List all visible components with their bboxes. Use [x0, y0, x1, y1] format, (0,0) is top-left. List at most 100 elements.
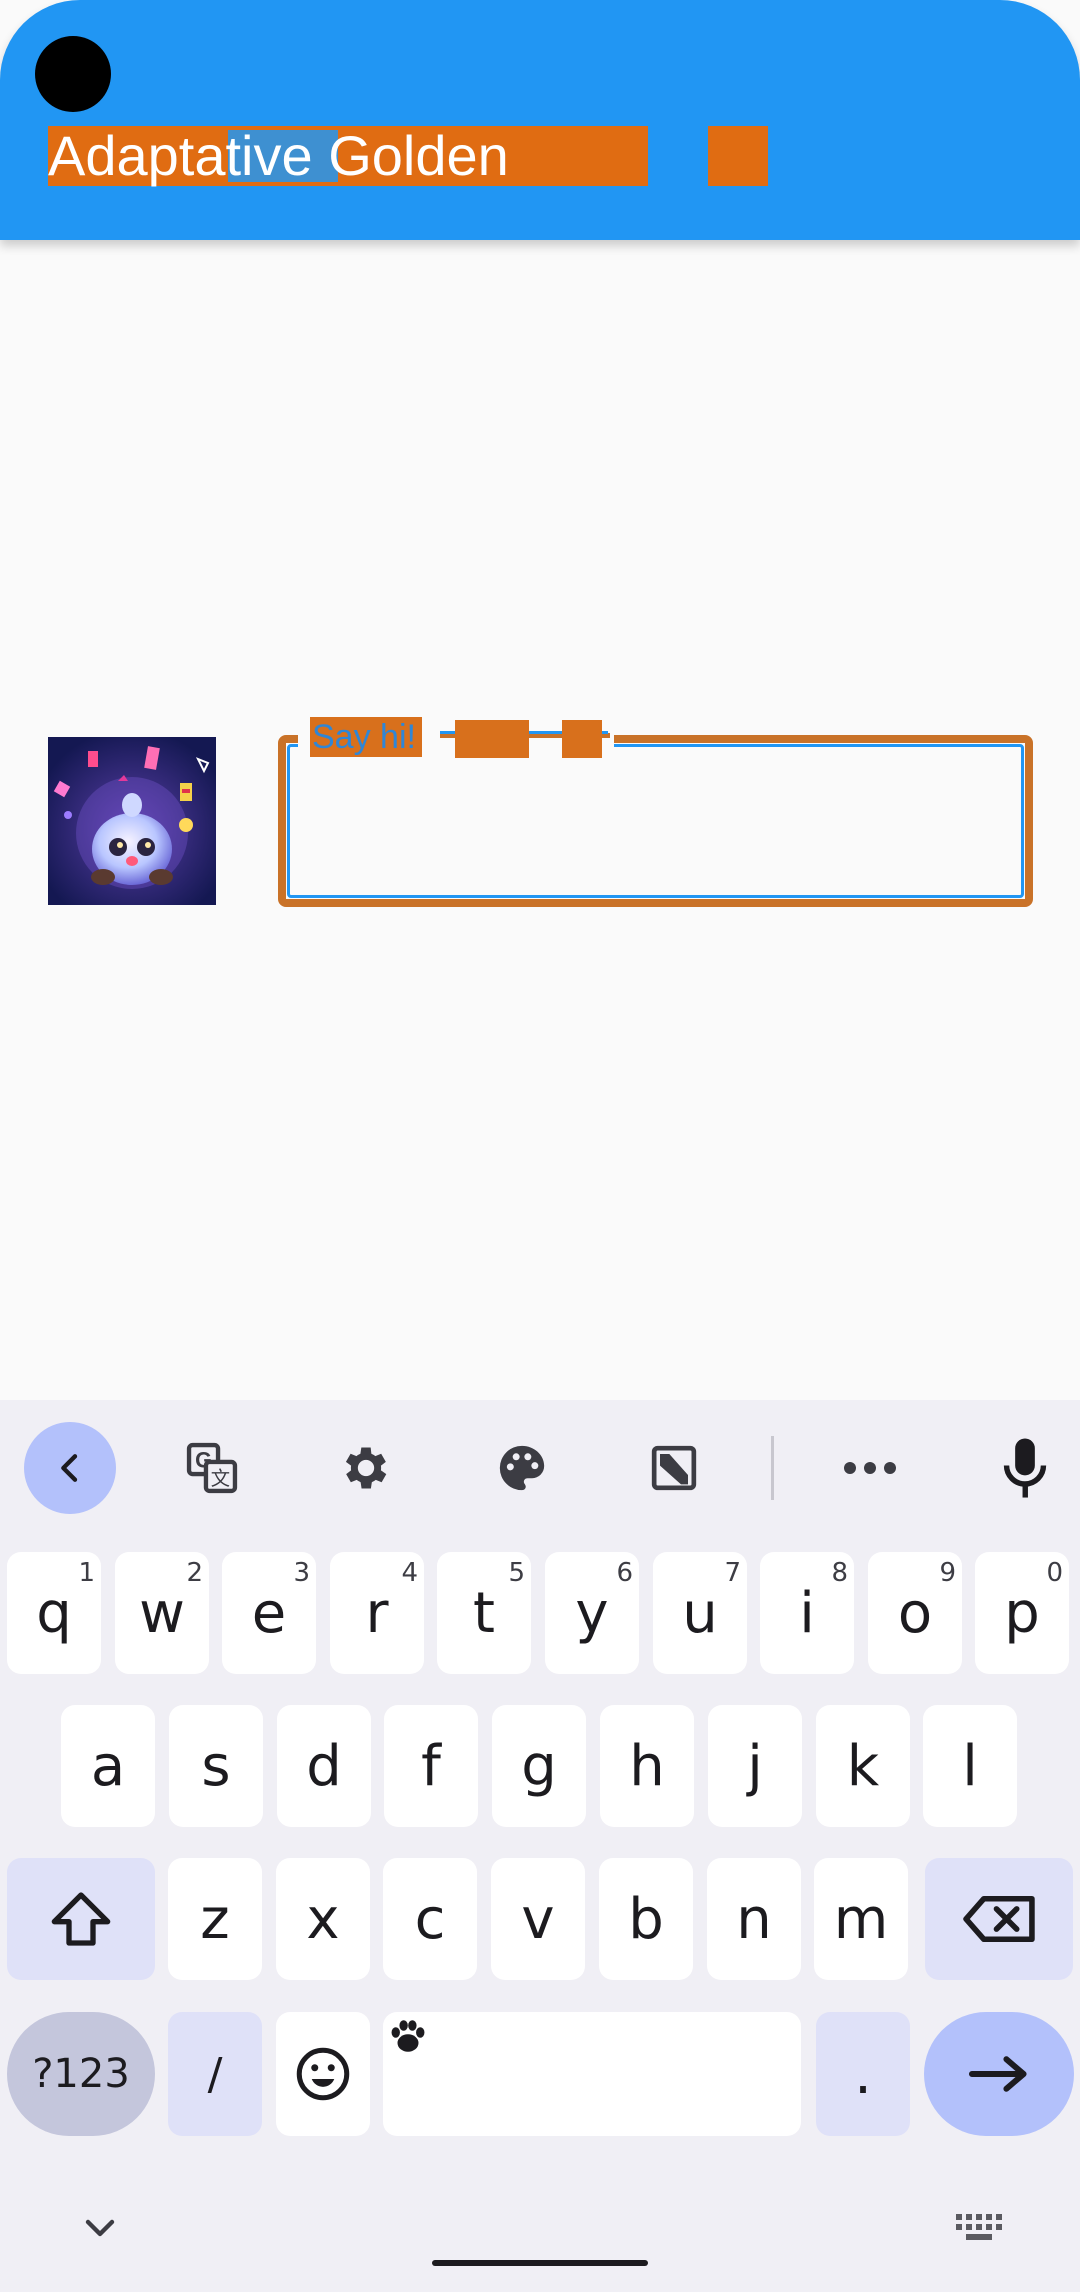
emoji-key[interactable]: [276, 2012, 370, 2136]
translate-button[interactable]: G 文: [166, 1422, 258, 1514]
message-text-field[interactable]: [278, 735, 1033, 907]
backspace-key[interactable]: [925, 1858, 1073, 1980]
key-j[interactable]: j: [708, 1705, 802, 1827]
label-highlight-block: [455, 720, 529, 758]
key-o[interactable]: o9: [868, 1552, 962, 1674]
microphone-icon: [1003, 1438, 1047, 1498]
soft-keyboard: [0, 1400, 1080, 2292]
key-label: a: [90, 1733, 126, 1799]
palette-icon: [499, 1445, 545, 1491]
key-label: b: [628, 1886, 664, 1952]
chevron-down-icon: [85, 2219, 115, 2237]
key-a[interactable]: a: [61, 1705, 155, 1827]
floating-keyboard-icon: [651, 1445, 697, 1491]
key-label: y: [575, 1580, 609, 1646]
translate-icon: G 文: [186, 1442, 238, 1494]
key-f[interactable]: f: [384, 1705, 478, 1827]
app-title-container: Adaptative Golden: [48, 126, 648, 186]
key-hint: 2: [186, 1558, 203, 1588]
period-key[interactable]: .: [816, 2012, 910, 2136]
key-label: e: [251, 1580, 287, 1646]
key-label: s: [201, 1733, 231, 1799]
key-n[interactable]: n: [707, 1858, 801, 1980]
label-highlight-block-small: [562, 720, 602, 758]
backspace-icon: [963, 1895, 1035, 1943]
title-action-placeholder: [708, 126, 768, 186]
app-bar: [0, 0, 1080, 240]
key-hint: 0: [1046, 1558, 1063, 1588]
text-field-focus-border: [287, 744, 1024, 898]
key-z[interactable]: z: [168, 1858, 262, 1980]
key-label: p: [1004, 1580, 1040, 1646]
key-hint: 8: [831, 1558, 848, 1588]
theme-button[interactable]: [476, 1422, 568, 1514]
symbols-key[interactable]: ?123: [7, 2012, 155, 2136]
emoji-icon: [296, 2047, 350, 2101]
key-b[interactable]: b: [599, 1858, 693, 1980]
key-m[interactable]: m: [814, 1858, 908, 1980]
character-avatar-image: [48, 737, 216, 905]
key-label: q: [36, 1580, 72, 1646]
key-l[interactable]: l: [923, 1705, 1017, 1827]
svg-text:文: 文: [211, 1468, 230, 1490]
key-q[interactable]: q1: [7, 1552, 101, 1674]
gear-icon: [345, 1447, 387, 1489]
key-p[interactable]: p0: [975, 1552, 1069, 1674]
key-hint: 6: [616, 1558, 633, 1588]
key-label: k: [846, 1733, 880, 1799]
key-x[interactable]: x: [276, 1858, 370, 1980]
key-t[interactable]: t5: [437, 1552, 531, 1674]
key-c[interactable]: c: [383, 1858, 477, 1980]
keyboard-icon: [956, 2214, 1002, 2240]
key-hint: 9: [939, 1558, 956, 1588]
key-k[interactable]: k: [816, 1705, 910, 1827]
key-hint: 3: [293, 1558, 310, 1588]
shift-key[interactable]: [7, 1858, 155, 1980]
key-u[interactable]: u7: [653, 1552, 747, 1674]
slash-key[interactable]: /: [168, 2012, 262, 2136]
key-hint: 1: [78, 1558, 95, 1588]
hide-keyboard-button[interactable]: [54, 2182, 146, 2274]
key-w[interactable]: w2: [115, 1552, 209, 1674]
key-label: r: [365, 1580, 389, 1646]
key-hint: 4: [401, 1558, 418, 1588]
key-s[interactable]: s: [169, 1705, 263, 1827]
gesture-nav-handle[interactable]: [432, 2260, 648, 2266]
key-label: l: [962, 1733, 978, 1799]
keyboard-back-button[interactable]: [24, 1422, 116, 1514]
floating-keyboard-button[interactable]: [628, 1422, 720, 1514]
key-e[interactable]: e3: [222, 1552, 316, 1674]
key-y[interactable]: y6: [545, 1552, 639, 1674]
shift-icon: [51, 1892, 111, 1946]
key-g[interactable]: g: [492, 1705, 586, 1827]
key-label: u: [682, 1580, 718, 1646]
key-hint: 5: [508, 1558, 525, 1588]
key-label: z: [200, 1886, 230, 1952]
key-h[interactable]: h: [600, 1705, 694, 1827]
enter-key[interactable]: [924, 2012, 1074, 2136]
key-label: t: [473, 1580, 495, 1646]
key-hint: 7: [724, 1558, 741, 1588]
key-label: x: [306, 1886, 340, 1952]
key-label: f: [421, 1733, 441, 1799]
toolbar-divider: [771, 1436, 774, 1500]
text-field-label: Say hi!: [310, 717, 422, 757]
more-icon: [844, 1462, 896, 1474]
settings-button[interactable]: [320, 1422, 412, 1514]
key-label: n: [736, 1886, 772, 1952]
key-label: h: [629, 1733, 665, 1799]
space-key[interactable]: [383, 2012, 801, 2136]
keyboard-switch-button[interactable]: [934, 2182, 1026, 2274]
more-button[interactable]: [824, 1422, 916, 1514]
key-i[interactable]: i8: [760, 1552, 854, 1674]
key-label: i: [799, 1580, 815, 1646]
key-r[interactable]: r4: [330, 1552, 424, 1674]
key-label: m: [833, 1886, 889, 1952]
key-label: v: [521, 1886, 555, 1952]
voice-input-button[interactable]: [979, 1422, 1071, 1514]
key-d[interactable]: d: [277, 1705, 371, 1827]
paw-icon: [391, 2020, 425, 2052]
key-v[interactable]: v: [491, 1858, 585, 1980]
page-title: Adaptative Golden: [48, 124, 509, 187]
avatar: [48, 737, 216, 905]
